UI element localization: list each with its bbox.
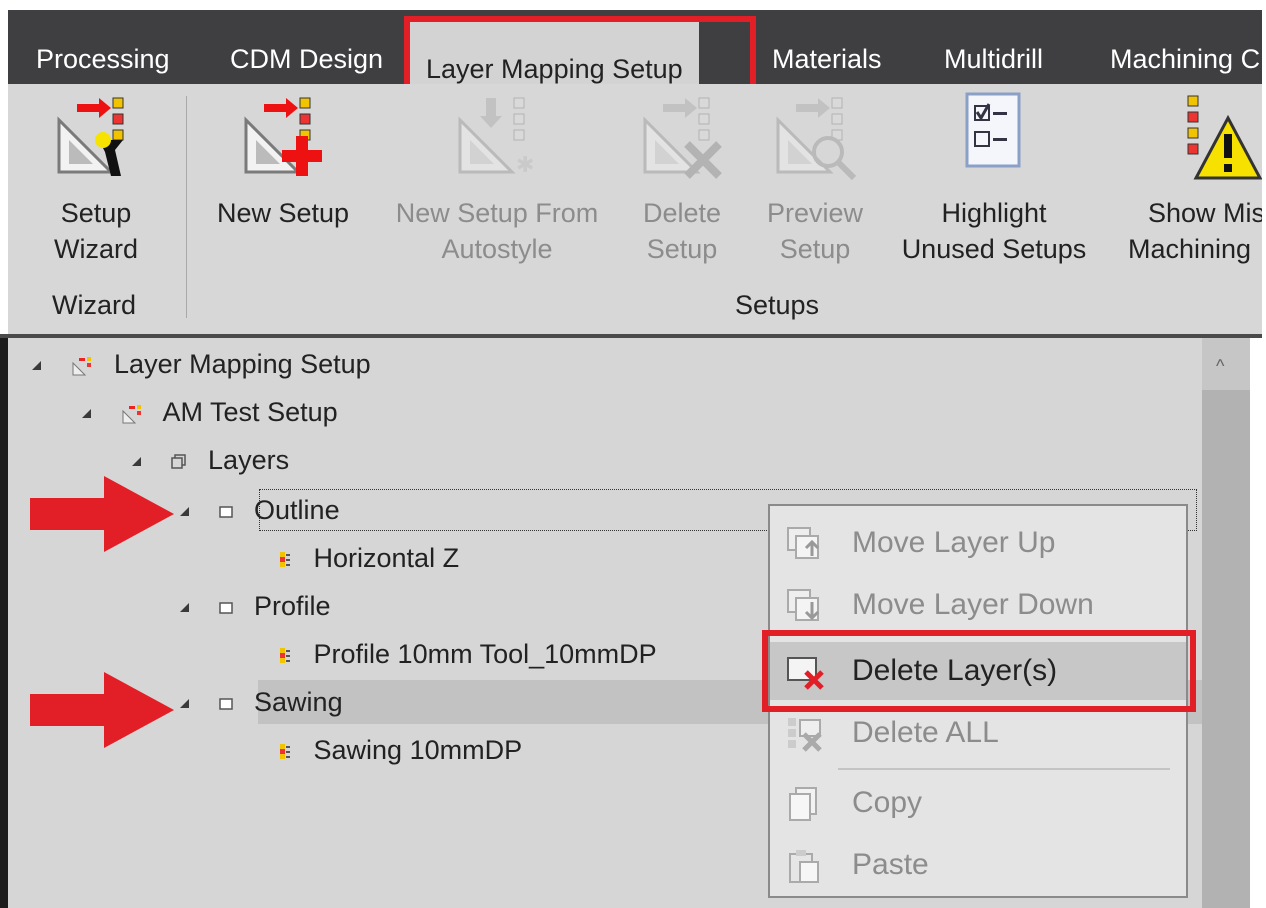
collapse-arrow-icon[interactable] — [132, 457, 141, 467]
show-missing-label-1: Show Mis — [1148, 198, 1262, 228]
tab-multidrill[interactable]: Multidrill — [944, 38, 1043, 80]
delete-all-icon — [788, 718, 822, 752]
tab-cdm-design[interactable]: CDM Design — [230, 38, 383, 80]
vertical-scrollbar[interactable]: ^ — [1202, 338, 1250, 908]
menu-label-move-layer-up: Move Layer Up — [852, 526, 1056, 559]
tree-label-profile-operation: Profile 10mm Tool_10mmDP — [313, 639, 657, 669]
tree-label-horizontal-z: Horizontal Z — [313, 543, 460, 573]
tree-label-layer-outline: Outline — [254, 495, 340, 525]
tree-node-layer-profile[interactable]: Profile — [180, 584, 331, 628]
tree-label-setup: AM Test Setup — [162, 397, 338, 427]
highlight-unused-label-2: Unused Setups — [901, 234, 1087, 264]
preview-setup-button[interactable]: Preview Setup — [760, 90, 870, 267]
highlight-unused-label-1: Highlight — [941, 198, 1047, 228]
collapse-arrow-icon[interactable] — [180, 507, 189, 517]
delete-setup-label-2: Setup — [646, 234, 718, 264]
tree-label-layer-profile: Profile — [254, 591, 331, 621]
menu-item-move-layer-down[interactable]: Move Layer Down — [770, 576, 1186, 634]
menu-item-paste[interactable]: Paste — [770, 836, 1186, 894]
menu-item-delete-layers[interactable]: Delete Layer(s) — [770, 642, 1186, 700]
annotation-arrow-icon — [30, 672, 174, 748]
new-setup-label: New Setup — [216, 198, 350, 228]
scroll-thumb[interactable] — [1202, 390, 1250, 908]
tree-node-setup[interactable]: AM Test Setup — [82, 390, 338, 434]
tree-label-sawing-operation: Sawing 10mmDP — [313, 735, 523, 765]
menu-item-move-layer-up[interactable]: Move Layer Up — [770, 514, 1186, 572]
layer-icon — [218, 698, 233, 710]
setup-tree-icon — [122, 404, 141, 424]
new-setup-from-autostyle-button[interactable]: ✱ New Setup From Autostyle — [384, 90, 610, 267]
tree-node-operation-profile[interactable]: Profile 10mm Tool_10mmDP — [280, 632, 657, 676]
layer-icon — [218, 506, 233, 518]
operation-icon — [280, 551, 290, 567]
menu-label-delete-layers: Delete Layer(s) — [852, 654, 1058, 687]
tree-node-root[interactable]: Layer Mapping Setup — [32, 342, 371, 386]
menu-separator — [838, 768, 1170, 770]
delete-setup-label-1: Delete — [642, 198, 722, 228]
collapse-arrow-icon[interactable] — [180, 603, 189, 613]
menu-item-copy[interactable]: Copy — [770, 774, 1186, 832]
operation-icon — [280, 647, 290, 663]
tab-processing[interactable]: Processing — [36, 38, 170, 80]
delete-setup-button[interactable]: Delete Setup — [632, 90, 732, 267]
tree-node-operation-horizontal-z[interactable]: Horizontal Z — [280, 536, 459, 580]
show-missing-label-2: Machining — [1128, 234, 1252, 264]
group-label-wizard: Wizard — [52, 290, 137, 320]
menu-label-move-layer-down: Move Layer Down — [852, 588, 1094, 621]
checklist-icon — [965, 92, 1021, 168]
tree-node-layer-outline[interactable]: Outline — [180, 488, 340, 532]
setup-wizard-icon — [57, 97, 124, 176]
delete-layer-icon — [787, 657, 824, 690]
setup-wizard-button[interactable]: Setup Wizard — [26, 90, 166, 267]
delete-setup-icon — [643, 97, 722, 179]
menu-item-delete-all[interactable]: Delete ALL — [770, 704, 1186, 762]
tree-node-layer-sawing[interactable]: Sawing — [180, 680, 343, 724]
tree-label-layers: Layers — [208, 445, 290, 475]
paste-icon — [789, 850, 819, 883]
setup-wizard-label-1: Setup — [60, 198, 132, 228]
menu-label-copy: Copy — [852, 786, 923, 819]
tab-machining[interactable]: Machining C — [1110, 38, 1260, 80]
preview-setup-icon — [776, 97, 857, 181]
ribbon-tab-bar: Processing CDM Design Layer Mapping Setu… — [8, 10, 1262, 84]
window-edge — [1250, 338, 1266, 908]
setup-wizard-label-2: Wizard — [53, 234, 138, 264]
tree-label-layer-sawing: Sawing — [254, 687, 343, 717]
tree-node-operation-sawing[interactable]: Sawing 10mmDP — [280, 728, 522, 772]
move-down-icon — [787, 589, 820, 621]
context-menu: Move Layer Up Move Layer Down Delete Lay… — [768, 504, 1188, 898]
tree-label-root: Layer Mapping Setup — [114, 349, 371, 379]
collapse-arrow-icon[interactable] — [82, 409, 91, 419]
collapse-arrow-icon[interactable] — [32, 361, 41, 371]
annotation-arrow-icon — [30, 476, 174, 552]
panel-border — [0, 338, 8, 908]
preview-setup-label-2: Setup — [779, 234, 851, 264]
operation-icon — [280, 743, 290, 759]
new-setup-button[interactable]: New Setup — [208, 90, 358, 231]
tab-materials[interactable]: Materials — [772, 38, 882, 80]
new-setup-autostyle-label-2: Autostyle — [441, 234, 553, 264]
show-missing-machining-button[interactable]: Show Mis Machining — [1128, 90, 1262, 267]
layer-icon — [218, 602, 233, 614]
ribbon: Setup Wizard New Setup ✱ New Setup From … — [8, 84, 1262, 334]
menu-label-paste: Paste — [852, 848, 929, 881]
group-label-setups: Setups — [735, 290, 820, 320]
layers-icon — [170, 454, 186, 469]
scroll-up-icon[interactable]: ^ — [1216, 356, 1224, 377]
new-setup-autostyle-label-1: New Setup From — [395, 198, 599, 228]
highlight-unused-setups-button[interactable]: Highlight Unused Setups — [896, 90, 1092, 267]
new-setup-icon — [244, 97, 322, 176]
move-up-icon — [787, 527, 820, 559]
menu-label-delete-all: Delete ALL — [852, 716, 999, 749]
collapse-arrow-icon[interactable] — [180, 699, 189, 709]
tab-layer-mapping-setup[interactable]: Layer Mapping Setup — [410, 20, 699, 84]
preview-setup-label-1: Preview — [766, 198, 864, 228]
ribbon-group-separator — [186, 96, 187, 318]
warning-icon — [1187, 95, 1262, 180]
copy-icon — [789, 787, 817, 821]
new-setup-autostyle-icon: ✱ — [458, 97, 534, 177]
svg-text:✱: ✱ — [516, 152, 534, 177]
setup-tree-icon — [72, 356, 91, 376]
